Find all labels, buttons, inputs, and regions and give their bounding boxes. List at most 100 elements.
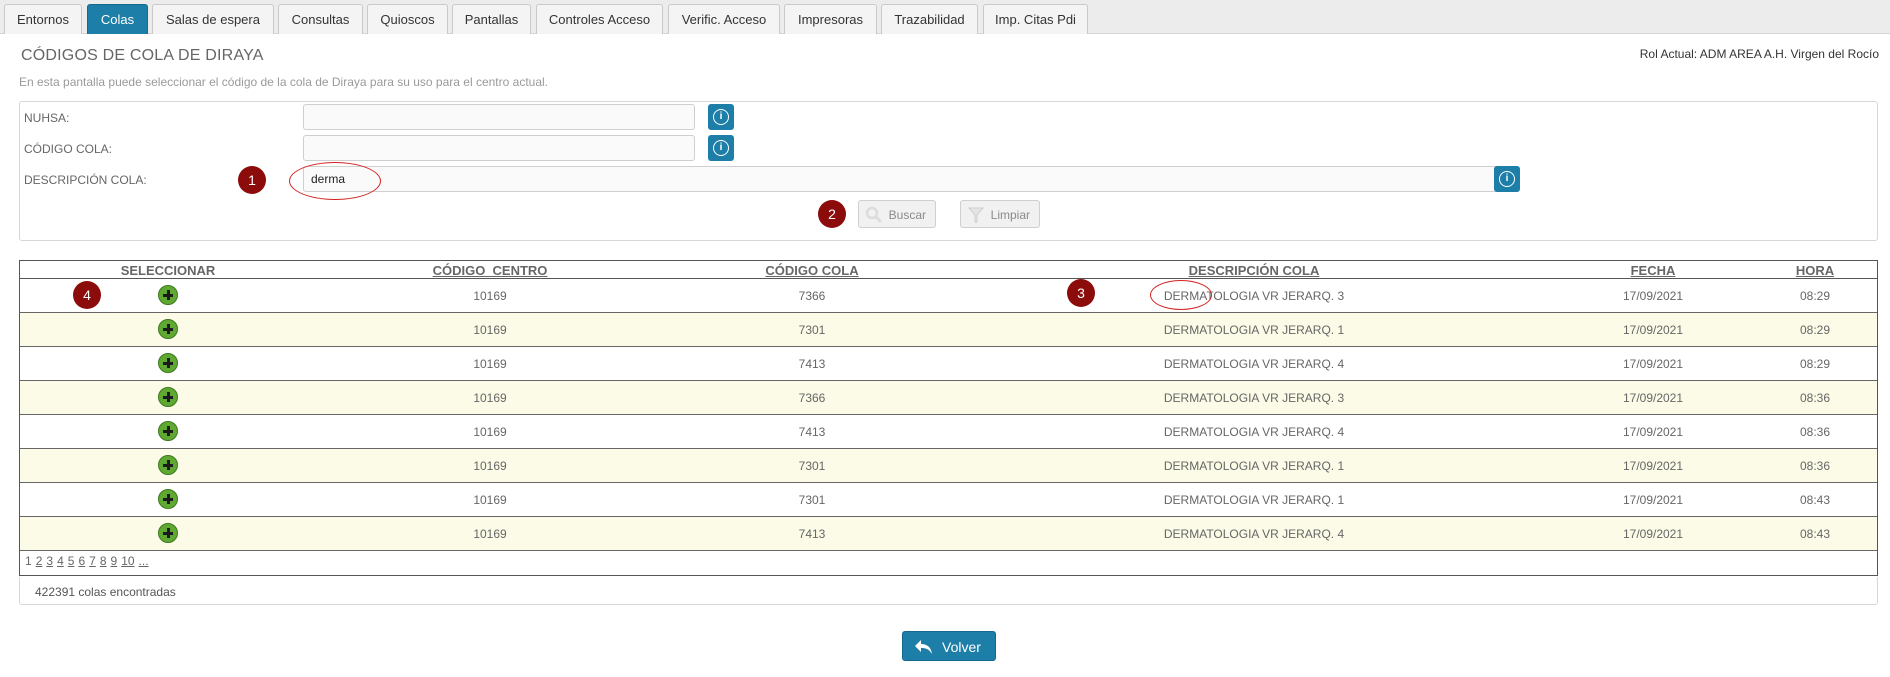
info-icon: i: [713, 109, 729, 125]
cell-fecha: 17/09/2021: [1622, 289, 1684, 303]
annotation-ellipse-3: [1150, 280, 1212, 310]
add-icon[interactable]: [158, 285, 178, 305]
add-icon[interactable]: [158, 489, 178, 509]
page-link[interactable]: 7: [89, 554, 96, 568]
cell-codigo-cola: 7301: [798, 323, 826, 337]
cell-hora: 08:36: [1799, 425, 1831, 439]
filter-clear-icon: [967, 207, 985, 223]
tab-impresoras[interactable]: Impresoras: [784, 4, 877, 34]
cell-descripcion-cola: DERMATOLOGIA VR JERARQ. 4: [1163, 357, 1345, 371]
cell-codigo-cola: 7366: [798, 391, 826, 405]
tab-controles-acceso[interactable]: Controles Acceso: [536, 4, 663, 34]
table-row: 10169 7413 DERMATOLOGIA VR JERARQ. 4 17/…: [20, 347, 1877, 381]
result-count-panel: 422391 colas encontradas: [19, 577, 1878, 605]
codigo-cola-input[interactable]: [303, 135, 695, 161]
column-header-fecha[interactable]: FECHA: [1631, 263, 1676, 278]
codigo-cola-label: CÓDIGO COLA:: [24, 142, 113, 156]
tab-salas-de-espera[interactable]: Salas de espera: [152, 4, 274, 34]
add-icon[interactable]: [158, 421, 178, 441]
page-link-more[interactable]: ...: [139, 554, 149, 568]
page-link-current: 1: [25, 554, 32, 568]
cell-codigo-centro: 10169: [473, 391, 507, 405]
tab-quioscos[interactable]: Quioscos: [367, 4, 448, 34]
info-icon: i: [713, 140, 729, 156]
tab-imp-citas-pdi[interactable]: Imp. Citas Pdi: [983, 4, 1088, 34]
page-link[interactable]: 3: [46, 554, 53, 568]
add-icon[interactable]: [158, 387, 178, 407]
cell-hora: 08:36: [1799, 391, 1831, 405]
table-row: 10169 7413 DERMATOLOGIA VR JERARQ. 4 17/…: [20, 517, 1877, 551]
page-link[interactable]: 4: [57, 554, 64, 568]
cell-codigo-cola: 7413: [798, 425, 826, 439]
table-row: 4 10169 7366 3 DERMATOLOGIA VR JERARQ. 3…: [20, 279, 1877, 313]
search-form: NUHSA: i CÓDIGO COLA: i DESCRIPCIÓN COLA…: [19, 101, 1878, 241]
table-row: 10169 7413 DERMATOLOGIA VR JERARQ. 4 17/…: [20, 415, 1877, 449]
add-icon[interactable]: [158, 523, 178, 543]
annotation-ellipse-1: [289, 162, 381, 200]
results-table: SELECCIONAR CÓDIGO_CENTRO CÓDIGO COLA DE…: [19, 260, 1878, 576]
current-role: Rol Actual: ADM AREA A.H. Virgen del Roc…: [1639, 47, 1879, 61]
page-link[interactable]: 5: [68, 554, 75, 568]
table-row: 10169 7366 DERMATOLOGIA VR JERARQ. 3 17/…: [20, 381, 1877, 415]
column-header-seleccionar: SELECCIONAR: [120, 263, 216, 278]
tab-trazabilidad[interactable]: Trazabilidad: [881, 4, 978, 34]
cell-codigo-centro: 10169: [473, 527, 507, 541]
page-link[interactable]: 9: [111, 554, 118, 568]
cell-fecha: 17/09/2021: [1622, 357, 1684, 371]
tab-pantallas[interactable]: Pantallas: [452, 4, 531, 34]
cell-codigo-centro: 10169: [473, 323, 507, 337]
cell-codigo-centro: 10169: [473, 289, 507, 303]
codigo-cola-info-button[interactable]: i: [708, 135, 734, 161]
page-link[interactable]: 6: [78, 554, 85, 568]
annotation-marker-1: 1: [238, 166, 266, 194]
cell-hora: 08:29: [1799, 323, 1831, 337]
descripcion-cola-input[interactable]: [303, 166, 1501, 192]
cell-hora: 08:36: [1799, 459, 1831, 473]
cell-hora: 08:43: [1799, 493, 1831, 507]
cell-codigo-centro: 10169: [473, 425, 507, 439]
tab-verific-acceso[interactable]: Verific. Acceso: [668, 4, 780, 34]
page-link[interactable]: 8: [100, 554, 107, 568]
back-button[interactable]: Volver: [902, 631, 996, 661]
cell-codigo-centro: 10169: [473, 459, 507, 473]
page-link[interactable]: 10: [121, 554, 134, 568]
cell-descripcion-cola: DERMATOLOGIA VR JERARQ. 4: [1163, 527, 1345, 541]
column-header-codigo-cola[interactable]: CÓDIGO COLA: [765, 263, 858, 278]
table-row: 10169 7301 DERMATOLOGIA VR JERARQ. 1 17/…: [20, 449, 1877, 483]
tab-entornos[interactable]: Entornos: [4, 4, 82, 34]
cell-hora: 08:29: [1799, 357, 1831, 371]
table-header: SELECCIONAR CÓDIGO_CENTRO CÓDIGO COLA DE…: [20, 261, 1877, 279]
clear-button[interactable]: Limpiar: [960, 200, 1040, 228]
page-title: CÓDIGOS DE COLA DE DIRAYA: [21, 47, 264, 64]
search-button[interactable]: Buscar: [858, 200, 936, 228]
descripcion-cola-info-button[interactable]: i: [1494, 166, 1520, 192]
nuhsa-info-button[interactable]: i: [708, 104, 734, 130]
add-icon[interactable]: [158, 353, 178, 373]
cell-codigo-cola: 7301: [798, 459, 826, 473]
column-header-codigo-centro[interactable]: CÓDIGO_CENTRO: [433, 263, 548, 278]
cell-codigo-centro: 10169: [473, 493, 507, 507]
add-icon[interactable]: [158, 319, 178, 339]
cell-codigo-cola: 7366: [798, 289, 826, 303]
table-row: 10169 7301 DERMATOLOGIA VR JERARQ. 1 17/…: [20, 313, 1877, 347]
annotation-marker-2: 2: [818, 200, 846, 228]
cell-hora: 08:43: [1799, 527, 1831, 541]
pagination: 1 2 3 4 5 6 7 8 9 10...: [25, 554, 153, 568]
tab-colas[interactable]: Colas: [87, 4, 148, 34]
cell-fecha: 17/09/2021: [1622, 323, 1684, 337]
cell-hora: 08:29: [1799, 289, 1831, 303]
page-link[interactable]: 2: [36, 554, 43, 568]
column-header-hora[interactable]: HORA: [1796, 263, 1834, 278]
column-header-descripcion-cola[interactable]: DESCRIPCIÓN COLA: [1189, 263, 1320, 278]
add-icon[interactable]: [158, 455, 178, 475]
result-count: 422391 colas encontradas: [35, 585, 176, 599]
nuhsa-input[interactable]: [303, 104, 695, 130]
cell-codigo-cola: 7301: [798, 493, 826, 507]
cell-fecha: 17/09/2021: [1622, 459, 1684, 473]
search-icon: [865, 206, 883, 224]
search-button-label: Buscar: [888, 208, 926, 222]
tab-consultas[interactable]: Consultas: [278, 4, 363, 34]
cell-codigo-centro: 10169: [473, 357, 507, 371]
cell-fecha: 17/09/2021: [1622, 493, 1684, 507]
clear-button-label: Limpiar: [990, 208, 1030, 222]
